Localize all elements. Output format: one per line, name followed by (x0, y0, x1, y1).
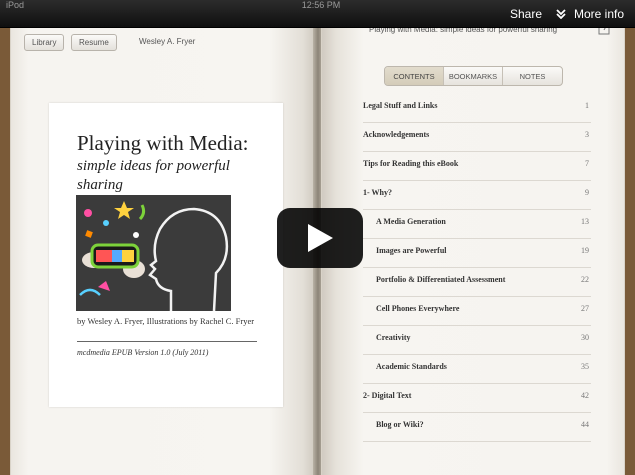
toc-entry[interactable]: Legal Stuff and Links 1 (363, 94, 591, 123)
cover-edition: mcdmedia EPUB Version 1.0 (July 2011) (77, 348, 209, 357)
toc-entry-page: 19 (581, 246, 589, 255)
device-label: iPod (6, 0, 25, 10)
cover-subtitle: simple ideas for powerful sharing (77, 158, 230, 193)
cover-credits: by Wesley A. Fryer, Illustrations by Rac… (77, 316, 255, 326)
toc-entry[interactable]: Blog or Wiki? 44 (363, 413, 591, 442)
toc-entry-title: A Media Generation (376, 217, 446, 226)
table-of-contents: Legal Stuff and Links 1 Acknowledgements 3 T… (363, 94, 591, 442)
toc-entry-page: 9 (585, 188, 589, 197)
toc-entry[interactable]: 1- Why? 9 (363, 181, 591, 210)
toc-entry[interactable]: A Media Generation 13 (363, 210, 591, 239)
toc-entry[interactable]: Cell Phones Everywhere 27 (363, 297, 591, 326)
toc-entry[interactable]: Academic Standards 35 (363, 355, 591, 384)
share-button[interactable]: Share (510, 6, 542, 22)
tab-bookmarks[interactable]: BOOKMARKS (444, 67, 503, 85)
toc-entry[interactable]: Portfolio & Differentiated Assessment 22 (363, 268, 591, 297)
toc-entry-title: Cell Phones Everywhere (376, 304, 460, 313)
cover-title: Playing with Media: (77, 131, 249, 155)
toc-entry-title: Blog or Wiki? (376, 420, 424, 429)
toc-entry[interactable]: Creativity 30 (363, 326, 591, 355)
toc-entry-page: 1 (585, 101, 589, 110)
toc-entry-page: 44 (581, 420, 589, 429)
toc-entry-page: 42 (581, 391, 589, 400)
toc-entry-title: Images are Powerful (376, 246, 447, 255)
toc-entry[interactable]: Images are Powerful 19 (363, 239, 591, 268)
more-info-label: More info (574, 7, 625, 21)
library-label: Library (32, 38, 57, 47)
tab-notes[interactable]: NOTES (503, 67, 562, 85)
toc-entry-title: 1- Why? (363, 188, 392, 197)
book-author: Wesley A. Fryer (139, 37, 196, 46)
toc-entry-page: 27 (581, 304, 589, 313)
toc-entry-title: Portfolio & Differentiated Assessment (376, 275, 506, 284)
toc-entry-title: Legal Stuff and Links (363, 101, 438, 110)
toc-entry-title: Acknowledgements (363, 130, 430, 139)
play-icon (308, 224, 333, 252)
toc-entry-title: Creativity (376, 333, 411, 342)
book-cover[interactable]: Playing with Media: simple ideas for pow… (49, 103, 283, 407)
share-label: Share (510, 7, 543, 21)
video-overlay-bar: iPod 12:56 PM Share More info (0, 0, 635, 28)
resume-button[interactable]: Resume (71, 34, 117, 51)
toc-entry-title: Tips for Reading this eBook (363, 159, 459, 168)
resume-label: Resume (79, 38, 109, 47)
chevron-down-icon (556, 9, 566, 19)
toc-entry-page: 3 (585, 130, 589, 139)
cover-divider (77, 341, 257, 342)
toc-entry[interactable]: 2- Digital Text 42 (363, 384, 591, 413)
toc-entry-page: 22 (581, 275, 589, 284)
toc-entry-page: 13 (581, 217, 589, 226)
toc-entry-title: 2- Digital Text (363, 391, 412, 400)
library-button[interactable]: Library (24, 34, 65, 51)
toc-entry[interactable]: Tips for Reading this eBook 7 (363, 152, 591, 181)
toc-entry[interactable]: Acknowledgements 3 (363, 123, 591, 152)
toc-entry-title: Academic Standards (376, 362, 447, 371)
tab-contents[interactable]: CONTENTS (385, 67, 444, 85)
toc-tab-control: CONTENTS BOOKMARKS NOTES (384, 66, 563, 86)
left-page: Library Resume Wesley A. Fryer Playing w… (10, 20, 315, 475)
cover-illustration (76, 195, 231, 311)
toc-entry-page: 7 (585, 159, 589, 168)
status-time: 12:56 PM (301, 0, 341, 10)
toc-entry-page: 30 (581, 333, 589, 342)
more-info-button[interactable]: More info (556, 6, 624, 22)
video-play-button[interactable] (277, 208, 363, 268)
toc-entry-page: 35 (581, 362, 589, 371)
